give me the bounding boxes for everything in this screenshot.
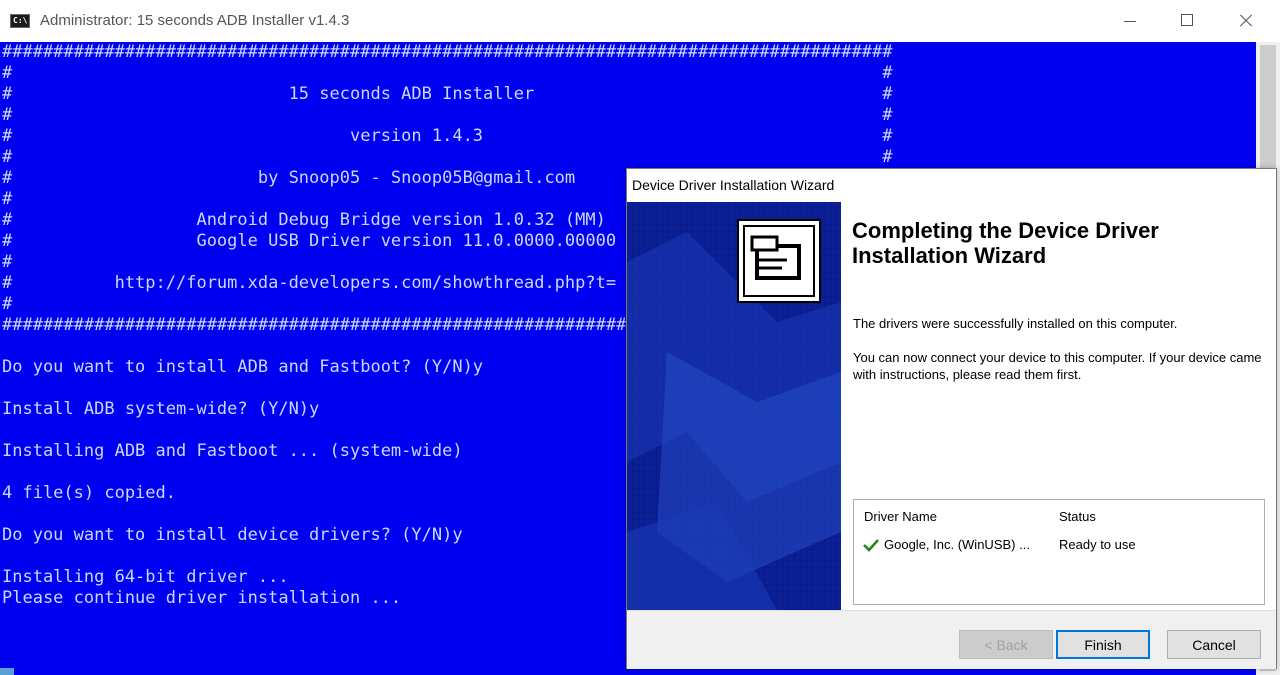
console-line: Installing ADB and Fastboot ... (system-… [2, 441, 463, 461]
maximize-button[interactable] [1164, 4, 1212, 38]
console-line: # [2, 252, 13, 272]
taskbar-edge [0, 668, 14, 675]
finish-button[interactable]: Finish [1056, 630, 1150, 659]
console-line: # 15 seconds ADB Installer # [2, 84, 893, 104]
wizard-titlebar[interactable]: Device Driver Installation Wizard [627, 169, 1276, 201]
wizard-banner [627, 202, 841, 610]
instructions-message: You can now connect your device to this … [853, 350, 1262, 382]
console-line: # version 1.4.3 # [2, 126, 893, 146]
console-line: # Google USB Driver version 11.0.0000.00… [2, 231, 617, 251]
maximize-icon [1181, 14, 1193, 26]
table-row-driver-name: Google, Inc. (WinUSB) ... [884, 537, 1030, 552]
console-line: Install ADB system-wide? (Y/N)y [2, 399, 320, 419]
column-header-status: Status [1059, 509, 1096, 524]
minimize-button[interactable] [1106, 4, 1154, 38]
console-line: # [2, 189, 13, 209]
minimize-icon [1124, 21, 1136, 22]
console-line: # # [2, 147, 893, 167]
close-button[interactable] [1222, 4, 1270, 38]
console-line: Do you want to install ADB and Fastboot?… [2, 357, 484, 377]
banner-graphic [627, 202, 841, 610]
back-button[interactable]: < Back [959, 630, 1053, 659]
console-line: # [2, 294, 13, 314]
column-header-driver-name: Driver Name [864, 509, 937, 524]
cmd-icon: C:\ [10, 14, 30, 28]
driver-wizard-dialog: Device Driver Installation Wizard Comple… [626, 168, 1277, 669]
console-line: # # [2, 105, 893, 125]
console-line: Please continue driver installation ... [2, 588, 402, 608]
console-line: 4 file(s) copied. [2, 483, 176, 503]
console-line: # http://forum.xda-developers.com/showth… [2, 273, 617, 293]
wizard-footer: < Back Finish Cancel [627, 610, 1276, 669]
console-line: Do you want to install device drivers? (… [2, 525, 463, 545]
check-icon [863, 539, 879, 552]
cancel-button[interactable]: Cancel [1167, 630, 1261, 659]
table-row-status: Ready to use [1059, 537, 1136, 552]
console-line: # Android Debug Bridge version 1.0.32 (M… [2, 210, 606, 230]
console-line: # # [2, 63, 893, 83]
console-titlebar[interactable]: C:\ Administrator: 15 seconds ADB Instal… [0, 0, 1280, 42]
console-line: ########################################… [2, 42, 893, 62]
hardware-icon [737, 219, 821, 303]
wizard-title: Device Driver Installation Wizard [632, 177, 835, 193]
console-line: Installing 64-bit driver ... [2, 567, 289, 587]
driver-status-table: Driver Name Status Google, Inc. (WinUSB)… [853, 499, 1265, 605]
console-line: # by Snoop05 - Snoop05B@gmail.com [2, 168, 576, 188]
success-message: The drivers were successfully installed … [853, 316, 1178, 331]
console-line: ########################################… [2, 315, 637, 335]
wizard-heading: Completing the Device Driver Installatio… [852, 218, 1159, 268]
window-title: Administrator: 15 seconds ADB Installer … [40, 12, 350, 29]
